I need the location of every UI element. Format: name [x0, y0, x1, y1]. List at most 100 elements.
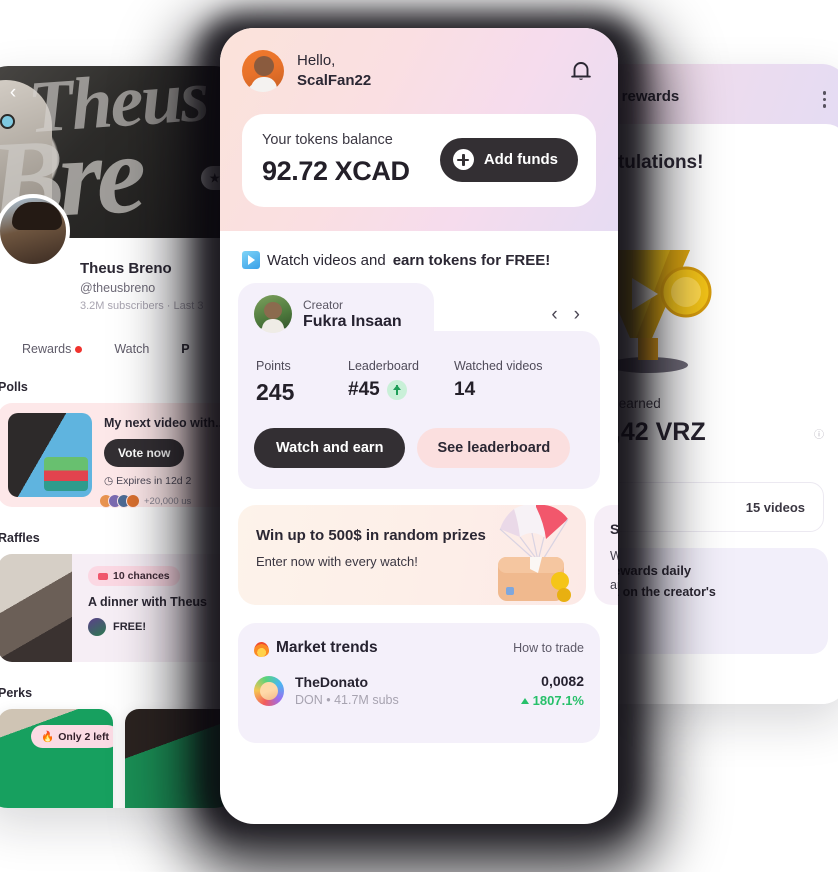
perk-stock-badge: 🔥 Only 2 left [31, 725, 113, 748]
main-card-header: Hello, ScalFan22 Your tokens balance 92.… [220, 28, 618, 231]
market-row-text: TheDonato DON • 41.7M subs [295, 674, 399, 707]
videos-count-label: 15 videos [745, 499, 805, 515]
kebab-dot [822, 104, 826, 108]
main-phone-card: Hello, ScalFan22 Your tokens balance 92.… [220, 28, 618, 824]
market-row-change: 1807.1% [520, 693, 584, 708]
main-card-body: Watch videos and earn tokens for FREE! C… [220, 231, 618, 743]
parachute-gift-icon [498, 505, 571, 602]
market-row-sub: DON • 41.7M subs [295, 693, 399, 707]
flame-icon: 🔥 [41, 731, 55, 743]
chevron-left-icon[interactable]: ‹ [551, 305, 557, 324]
info-icon[interactable]: ⓘ [814, 426, 824, 441]
creator-identity[interactable]: Creator Fukra Insaan [254, 295, 402, 333]
promo-bold-text: earn tokens for FREE! [392, 251, 551, 269]
market-row-change-label: 1807.1% [532, 693, 584, 708]
thedonato-avatar [254, 675, 284, 706]
perk-card[interactable]: 🔥 Only 2 left Playing with Theus [0, 709, 113, 808]
how-to-trade-link[interactable]: How to trade [513, 641, 584, 655]
poll-thumbnail [8, 413, 92, 497]
balance-text-block: Your tokens balance 92.72 XCAD [262, 132, 410, 187]
stat-watched-value: 14 [454, 379, 476, 400]
greeting-text: Hello, ScalFan22 [297, 51, 371, 91]
creator-role-label: Creator [303, 297, 344, 312]
creator-name: Fukra Insaan [303, 312, 402, 330]
secondary-promo-line1: We [610, 549, 618, 563]
balance-label: Your tokens balance [262, 132, 393, 148]
market-row[interactable]: TheDonato DON • 41.7M subs 0,0082 1807.1… [254, 673, 584, 708]
stat-points-label: Points [256, 359, 291, 373]
user-greeting-block[interactable]: Hello, ScalFan22 [242, 50, 371, 92]
balance-value: 92.72 XCAD [262, 156, 410, 186]
poll-expiry-label: Expires in 12d 2 [116, 475, 192, 488]
plus-circle-icon [452, 149, 474, 170]
stat-points: Points 245 [256, 359, 348, 406]
creator-actions: Watch and earn See leaderboard [254, 428, 584, 468]
arrow-up-icon [386, 380, 407, 400]
watch-earn-promo-line: Watch videos and earn tokens for FREE! [238, 251, 600, 269]
vote-now-button[interactable]: Vote now [104, 439, 185, 468]
stat-watched-videos: Watched videos 14 [454, 359, 542, 406]
tab-rewards[interactable]: Rewards [22, 342, 83, 356]
secondary-promo-line2: ann [610, 577, 618, 592]
creator-carousel-card: Creator Fukra Insaan ‹ › Points 245 Lead… [238, 283, 600, 489]
poll-participants-label: +20,000 us [144, 495, 192, 507]
creator-stats: Points 245 Leaderboard #45 Watched video… [254, 359, 584, 406]
stat-leaderboard-label: Leaderboard [348, 359, 419, 373]
chevron-right-icon[interactable]: › [574, 305, 580, 324]
secondary-promo-banner[interactable]: So We ann [594, 505, 618, 605]
prize-promo-banner[interactable]: Win up to 500$ in random prizes Enter no… [238, 505, 586, 605]
stat-watched-label: Watched videos [454, 359, 543, 373]
stat-leaderboard-value: #45 [348, 379, 380, 400]
raffle-thumbnail [0, 554, 72, 662]
perk-thumbnail: 🔥 Only 2 left [0, 709, 113, 808]
clock-icon: ◷ [104, 475, 114, 488]
stat-points-value: 245 [256, 379, 295, 405]
username-label: ScalFan22 [297, 72, 372, 89]
raffle-price-label: FREE! [113, 621, 146, 633]
creator-name-block: Creator Fukra Insaan [303, 298, 402, 331]
ticket-icon [98, 572, 108, 580]
promo-banner-row: So We ann Win up to 500$ in random prize… [238, 505, 618, 605]
back-chevron-icon[interactable]: ‹ [0, 80, 26, 106]
perk-stock-label: Only 2 left [58, 730, 109, 743]
caret-up-icon [520, 697, 529, 704]
kebab-dot [822, 97, 826, 101]
raffle-price: FREE! [88, 618, 207, 636]
raffle-body: 10 chances A dinner with Theus FREE! [72, 554, 207, 662]
avatar-pile [99, 494, 140, 509]
screenshot-stage: Theus Bre ‹ ★ L Theus Breno @theusbreno … [0, 0, 838, 872]
raffle-chances-label: 10 chances [113, 570, 170, 582]
raffle-title: A dinner with Theus [88, 595, 207, 609]
token-icon [88, 618, 106, 636]
market-row-values: 0,0082 1807.1% [520, 673, 584, 708]
user-avatar[interactable] [242, 50, 284, 92]
creator-header-row: Creator Fukra Insaan ‹ › [254, 295, 584, 333]
see-leaderboard-button[interactable]: See leaderboard [417, 428, 571, 468]
notification-bell-icon[interactable] [566, 56, 596, 86]
market-row-price: 0,0082 [541, 673, 584, 689]
tab-watch[interactable]: Watch [114, 342, 149, 356]
kebab-menu-icon[interactable] [822, 88, 826, 108]
add-funds-label: Add funds [483, 151, 558, 168]
market-title-block: Market trends [254, 639, 378, 657]
kebab-dot [822, 91, 826, 95]
tab-perks-label: P [181, 342, 190, 356]
secondary-promo-title: So [610, 521, 618, 537]
token-balance-card: Your tokens balance 92.72 XCAD Add funds [242, 114, 596, 207]
carousel-arrows: ‹ › [551, 305, 584, 324]
promo-plain-text: Watch videos and [267, 251, 386, 269]
notification-dot-icon [75, 345, 83, 353]
stat-leaderboard-value-row: #45 [348, 379, 454, 401]
stat-leaderboard: Leaderboard #45 [348, 359, 454, 406]
tab-perks[interactable]: P [181, 342, 189, 356]
market-trends-card: Market trends How to trade TheDonato DON… [238, 623, 600, 743]
creator-card-content: Creator Fukra Insaan ‹ › Points 245 Lead… [238, 283, 600, 489]
market-title: Market trends [276, 639, 378, 656]
market-row-name: TheDonato [295, 674, 369, 690]
flame-icon [254, 639, 269, 657]
watch-and-earn-button[interactable]: Watch and earn [254, 428, 406, 468]
creator-avatar [254, 295, 292, 333]
greeting-label: Hello, [297, 51, 336, 69]
pile-avatar [126, 494, 140, 509]
add-funds-button[interactable]: Add funds [439, 137, 578, 182]
